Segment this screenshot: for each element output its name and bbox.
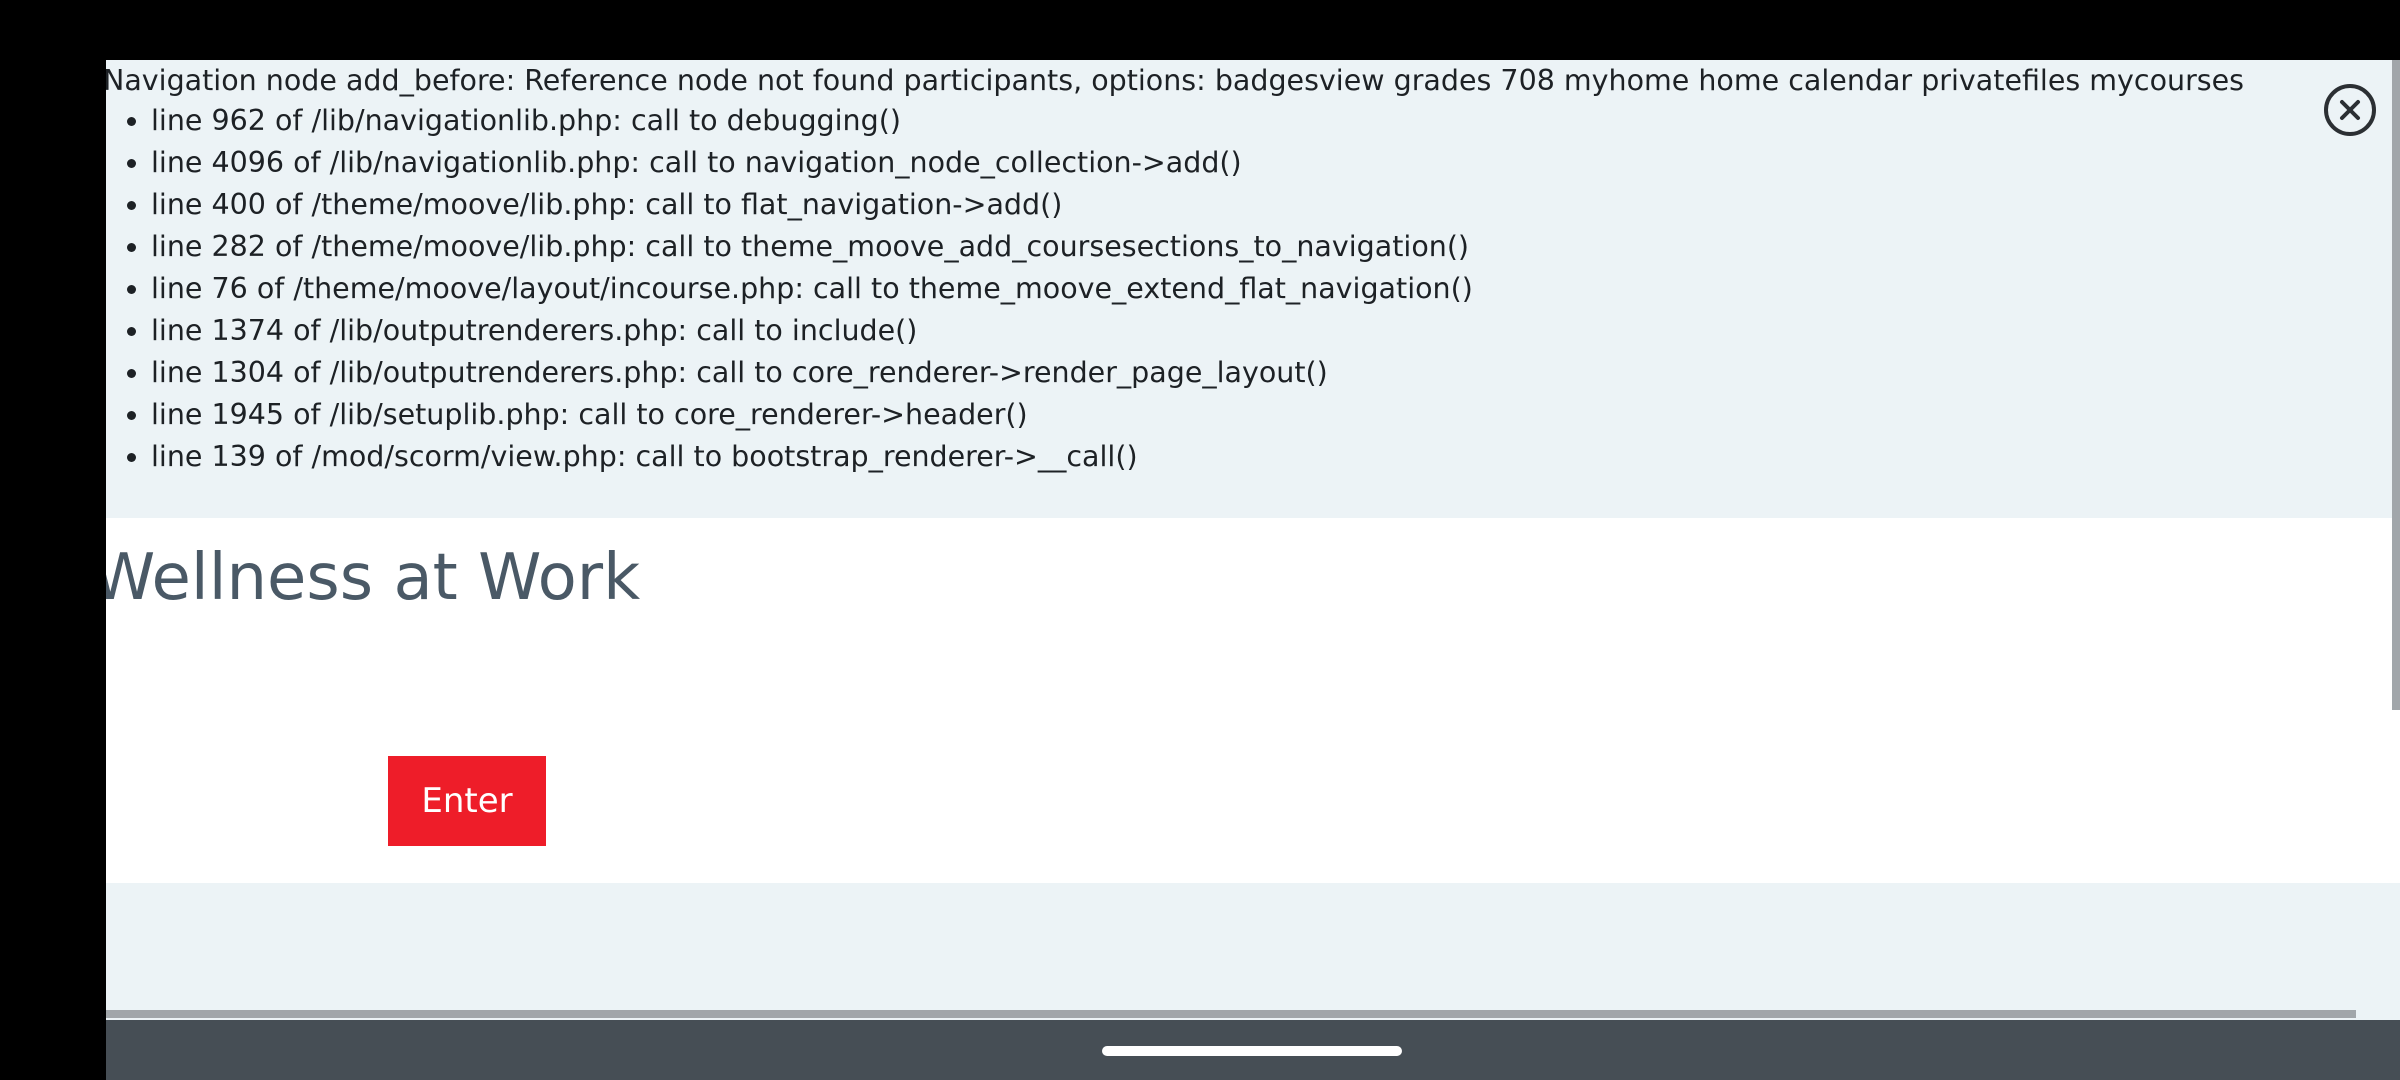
horizontal-scrollbar[interactable] [106,1010,2356,1018]
close-icon [2340,100,2360,120]
trace-line: line 139 of /mod/scorm/view.php: call to… [151,436,1473,478]
page-title: Wellness at Work [106,541,641,615]
system-navigation-bar [106,1020,2400,1080]
trace-line: line 962 of /lib/navigationlib.php: call… [151,100,1473,142]
screen-edge-cutout [0,0,106,1080]
trace-line: line 400 of /theme/moove/lib.php: call t… [151,184,1473,226]
page-footer-band [106,883,2400,1020]
status-bar [0,0,2400,60]
trace-line: line 1304 of /lib/outputrenderers.php: c… [151,352,1473,394]
close-button[interactable] [2324,84,2376,136]
browser-viewport: Navigation node add_before: Reference no… [106,60,2400,1020]
debug-message: Navigation node add_before: Reference no… [106,64,2245,97]
trace-line: line 4096 of /lib/navigationlib.php: cal… [151,142,1473,184]
debug-stack-trace: line 962 of /lib/navigationlib.php: call… [106,100,1473,478]
trace-line: line 1374 of /lib/outputrenderers.php: c… [151,310,1473,352]
trace-line: line 1945 of /lib/setuplib.php: call to … [151,394,1473,436]
enter-button[interactable]: Enter [388,756,546,846]
home-indicator[interactable] [1102,1046,1402,1056]
trace-line: line 76 of /theme/moove/layout/incourse.… [151,268,1473,310]
debug-notice: Navigation node add_before: Reference no… [106,60,2400,518]
vertical-scrollbar[interactable] [2392,60,2400,710]
trace-line: line 282 of /theme/moove/lib.php: call t… [151,226,1473,268]
